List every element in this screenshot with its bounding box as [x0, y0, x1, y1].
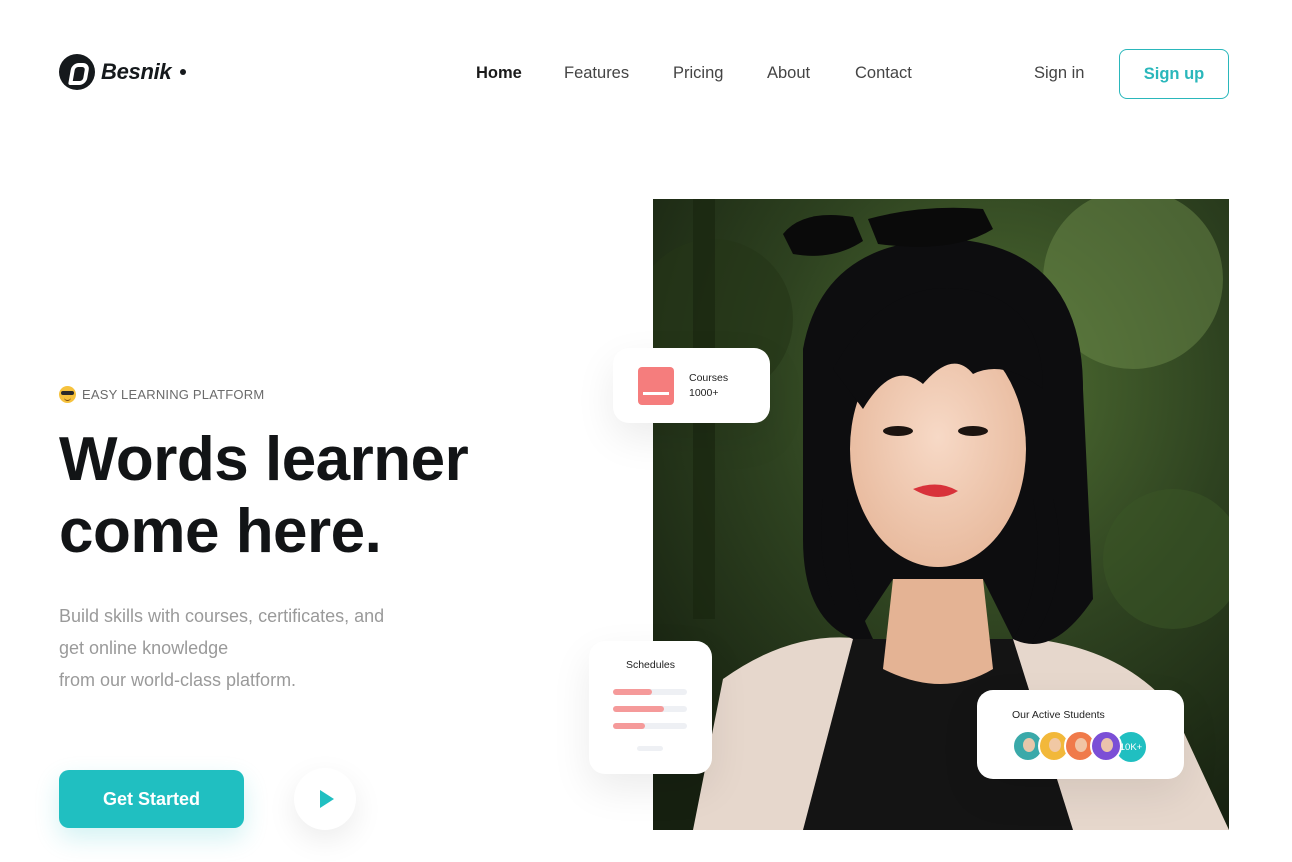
headline-line-2: come here.	[59, 497, 382, 566]
schedule-bar-fill-3	[613, 723, 645, 729]
hero-headline: Words learner come here.	[59, 424, 469, 568]
nav-contact[interactable]: Contact	[855, 64, 912, 83]
brand-logo[interactable]: Besnik	[59, 54, 187, 90]
student-avatars: 10K+	[1012, 730, 1148, 764]
schedule-bar-fill-1	[613, 689, 653, 695]
play-video-button[interactable]	[294, 768, 356, 830]
hero-subtext: Build skills with courses, certificates,…	[59, 600, 384, 696]
schedule-bar-2	[613, 706, 687, 712]
sunglasses-emoji-icon	[59, 386, 76, 403]
eyebrow: EASY LEARNING PLATFORM	[59, 386, 264, 403]
subtext-line-3: from our world-class platform.	[59, 670, 297, 690]
courses-label: Courses	[689, 372, 729, 384]
schedule-placeholder	[637, 746, 663, 751]
courses-icon	[638, 367, 674, 405]
sign-in-link[interactable]: Sign in	[1034, 64, 1084, 83]
logo-dot	[180, 69, 187, 75]
schedules-title: Schedules	[625, 659, 676, 671]
courses-card: Courses 1000+	[613, 348, 770, 423]
nav-home[interactable]: Home	[476, 64, 522, 83]
logo-icon	[59, 54, 95, 90]
eyebrow-text: EASY LEARNING PLATFORM	[82, 387, 265, 402]
get-started-button[interactable]: Get Started	[59, 770, 244, 828]
schedule-bar-3	[613, 723, 687, 729]
nav-about[interactable]: About	[767, 64, 810, 83]
schedules-card: Schedules	[589, 641, 712, 774]
play-icon	[320, 790, 334, 808]
active-students-card: Our Active Students 10K+	[977, 690, 1184, 779]
headline-line-1: Words learner	[59, 425, 469, 494]
students-title: Our Active Students	[1012, 709, 1105, 721]
student-avatar-4	[1090, 730, 1122, 762]
schedule-bar-fill-2	[613, 706, 665, 712]
nav-pricing[interactable]: Pricing	[673, 64, 723, 83]
courses-value: 1000+	[689, 387, 719, 399]
sign-up-button[interactable]: Sign up	[1119, 49, 1229, 99]
schedule-bar-1	[613, 689, 687, 695]
subtext-line-2: get online knowledge	[59, 638, 229, 658]
subtext-line-1: Build skills with courses, certificates,…	[59, 606, 385, 626]
brand-name: Besnik	[101, 59, 172, 84]
nav-features[interactable]: Features	[564, 64, 629, 83]
